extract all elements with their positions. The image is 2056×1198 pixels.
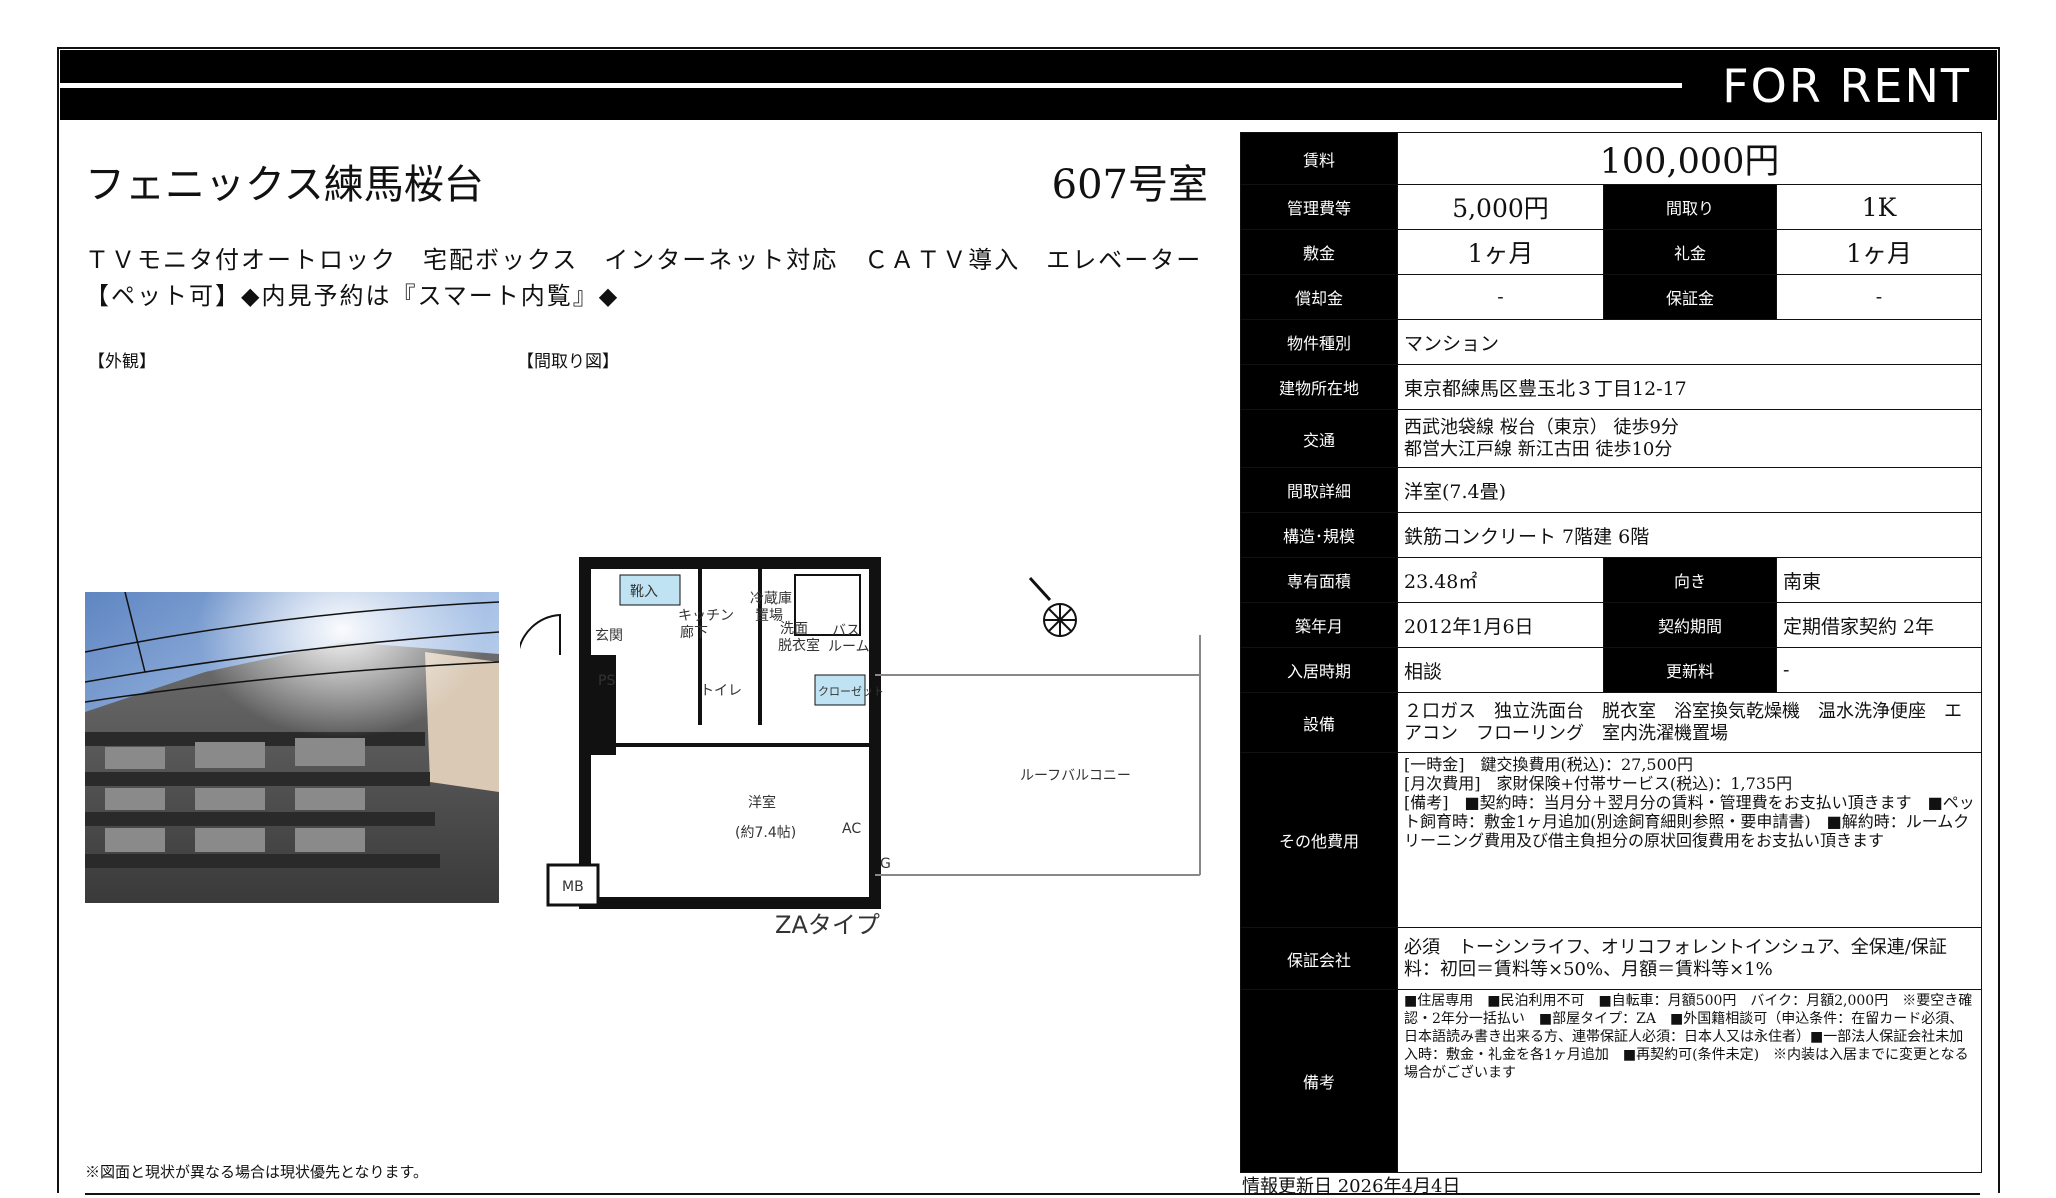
plan-shoes-label: 靴入 (630, 584, 658, 600)
mgmt-value: 5,000円 (1397, 184, 1604, 230)
room-number: 607号室 (1051, 162, 1208, 208)
plan-fridge2-label: 置場 (755, 608, 783, 624)
plan-type-label: ZAタイプ (775, 911, 880, 939)
contract-label: 契約期間 (1603, 602, 1777, 648)
other-costs-label: その他費用 (1240, 752, 1398, 928)
area-label: 専有面積 (1240, 557, 1398, 603)
amort-label: 償却金 (1240, 274, 1398, 320)
floorplan-label: 【間取り図】 (517, 352, 619, 372)
type-label: 物件種別 (1240, 319, 1398, 365)
layout-value: 1K (1775, 184, 1983, 230)
plan-mb-label: MB (562, 879, 584, 895)
plan-western-size: (約7.4帖) (735, 825, 796, 841)
plan-bath2-label: ルーム (828, 639, 870, 655)
address-label: 建物所在地 (1240, 364, 1398, 410)
traffic-line-2: 都営大江戸線 新江古田 徒歩10分 (1404, 438, 1673, 460)
structure-value: 鉄筋コンクリート 7階建 6階 (1396, 512, 1983, 558)
built-label: 築年月 (1240, 602, 1398, 648)
plan-kitchen-label: キッチン (678, 608, 734, 624)
plan-balcony-label: ルーフバルコニー (1020, 768, 1131, 784)
keymoney-label: 礼金 (1603, 229, 1777, 275)
layout-label: 間取り (1603, 184, 1777, 230)
amort-value: - (1397, 274, 1604, 320)
plan-hall-label: 廊下 (680, 624, 708, 641)
bottom-rule (85, 1193, 1980, 1195)
direction-label: 向き (1603, 557, 1777, 603)
plan-bath-label: バス (832, 623, 860, 639)
for-rent-banner: FOR RENT (60, 50, 1997, 120)
movein-label: 入居時期 (1240, 647, 1398, 693)
movein-value: 相談 (1397, 647, 1604, 693)
for-rent-text: FOR RENT (1722, 59, 1971, 113)
equipment-label: 設備 (1240, 692, 1398, 753)
remarks-label: 備考 (1240, 989, 1398, 1173)
exterior-photo (85, 592, 499, 903)
type-value: マンション (1396, 319, 1983, 365)
floorplan: 靴入 玄関 キッチン 廊下 冷蔵庫 置場 洗面 脱衣室 バス ルーム PS トイ… (517, 545, 1210, 940)
layout-detail-value: 洋室(7.4畳) (1396, 467, 1983, 513)
guarantee-value: - (1775, 274, 1983, 320)
area-value: 23.48㎡ (1397, 557, 1604, 603)
plan-fridge-label: 冷蔵庫 (750, 590, 792, 607)
traffic-label: 交通 (1240, 409, 1398, 468)
renewal-value: - (1775, 647, 1983, 693)
structure-label: 構造･規模 (1240, 512, 1398, 558)
plan-washroom-label: 洗面 (780, 621, 808, 637)
other-costs-value: [一時金] 鍵交換費用(税込)：27,500円 [月次費用] 家財保険+付帯サー… (1396, 752, 1983, 928)
built-value: 2012年1月6日 (1397, 602, 1604, 648)
plan-dressing-label: 脱衣室 (778, 637, 820, 654)
plan-g-label: G (880, 856, 891, 872)
deposit-label: 敷金 (1240, 229, 1398, 275)
features-text: ＴＶモニタ付オートロック 宅配ボックス インターネット対応 ＣＡＴＶ導入 エレベ… (85, 242, 1202, 314)
guarantor-value: 必須 トーシンライフ、オリコフォレントインシュア、全保連/保証料：初回＝賃料等×… (1396, 927, 1983, 990)
banner-rule (60, 83, 1682, 88)
plan-western-label: 洋室 (748, 794, 776, 811)
exterior-label: 【外観】 (88, 352, 156, 372)
rent-value: 100,000円 (1396, 132, 1983, 185)
guarantee-label: 保証金 (1603, 274, 1777, 320)
traffic-value: 西武池袋線 桜台（東京） 徒歩9分 都営大江戸線 新江古田 徒歩10分 (1396, 409, 1983, 468)
features-line-1: ＴＶモニタ付オートロック 宅配ボックス インターネット対応 ＣＡＴＶ導入 エレベ… (85, 246, 1203, 274)
updated-date: 情報更新日 2026年4月4日 (1242, 1176, 1461, 1197)
renewal-label: 更新料 (1603, 647, 1777, 693)
equipment-value: ２口ガス 独立洗面台 脱衣室 浴室換気乾燥機 温水洗浄便座 エアコン フローリン… (1396, 692, 1983, 753)
deposit-value: 1ヶ月 (1397, 229, 1604, 275)
plan-toilet-label: トイレ (700, 683, 742, 699)
address-value: 東京都練馬区豊玉北３丁目12-17 (1396, 364, 1983, 410)
layout-detail-label: 間取詳細 (1240, 467, 1398, 513)
direction-value: 南東 (1775, 557, 1983, 603)
plan-closet-label: クローゼット (818, 685, 884, 698)
features-line-2: 【ペット可】◆内見予約は『スマート内覧』◆ (85, 282, 620, 310)
footnote: ※図面と現状が異なる場合は現状優先となります。 (85, 1163, 429, 1181)
rent-label: 賃料 (1240, 132, 1398, 185)
property-name: フェニックス練馬桜台 (85, 162, 484, 208)
spec-table: 賃料 100,000円 管理費等 5,000円 間取り 1K 敷金 1ヶ月 礼金… (1240, 132, 1983, 1173)
contract-value: 定期借家契約 2年 (1775, 602, 1983, 648)
plan-ac-label: AC (842, 821, 861, 837)
plan-ps-label: PS (598, 673, 615, 689)
mgmt-label: 管理費等 (1240, 184, 1398, 230)
traffic-line-1: 西武池袋線 桜台（東京） 徒歩9分 (1404, 416, 1679, 438)
keymoney-value: 1ヶ月 (1775, 229, 1983, 275)
remarks-value: ■住居専用 ■民泊利用不可 ■自転車：月額500円 バイク：月額2,000円 ※… (1396, 989, 1983, 1173)
guarantor-label: 保証会社 (1240, 927, 1398, 990)
plan-entrance-label: 玄関 (595, 627, 623, 644)
